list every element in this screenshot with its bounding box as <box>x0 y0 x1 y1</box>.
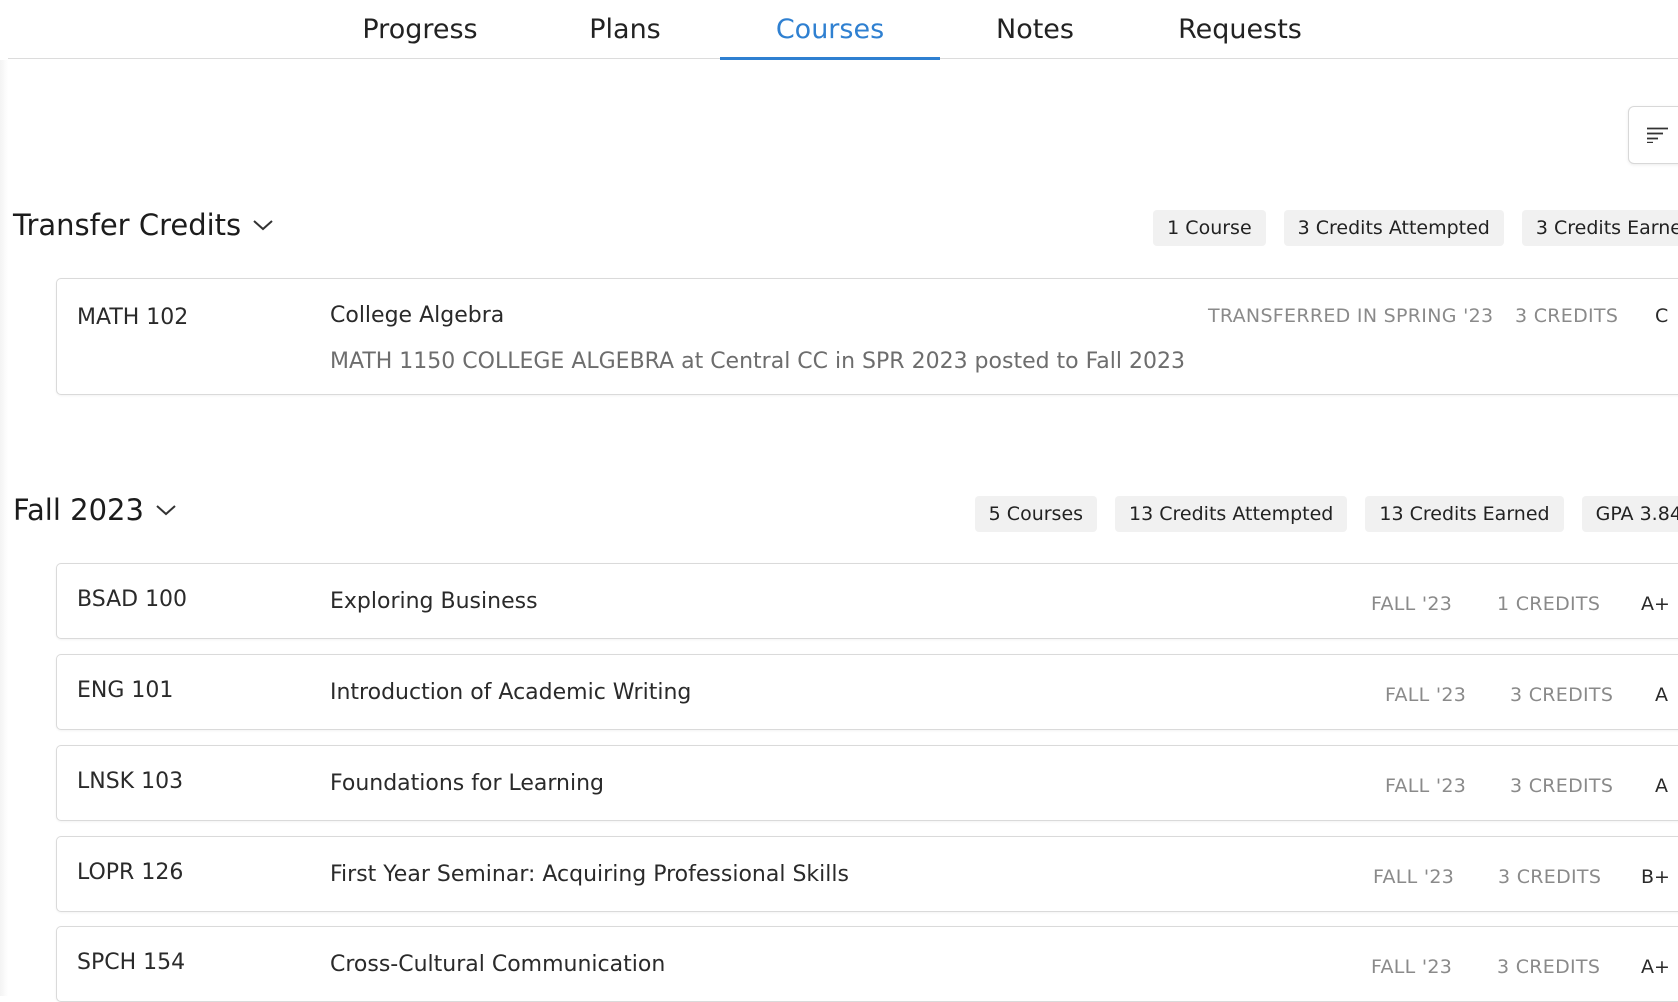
course-grade: A+ <box>1641 956 1670 978</box>
course-code: SPCH 154 <box>77 950 186 975</box>
course-count-badge: 1 Course <box>1153 210 1266 246</box>
course-transfer-description: MATH 1150 COLLEGE ALGEBRA at Central CC … <box>330 349 1185 374</box>
course-code: LOPR 126 <box>77 860 184 885</box>
course-card-lopr-126[interactable]: LOPR 126 First Year Seminar: Acquiring P… <box>56 836 1678 912</box>
tab-progress[interactable]: Progress <box>310 0 530 59</box>
course-card-eng-101[interactable]: ENG 101 Introduction of Academic Writing… <box>56 654 1678 730</box>
course-card-bsad-100[interactable]: BSAD 100 Exploring Business FALL '23 1 C… <box>56 563 1678 639</box>
course-card-lnsk-103[interactable]: LNSK 103 Foundations for Learning FALL '… <box>56 745 1678 821</box>
section-title: Fall 2023 <box>13 493 144 527</box>
credits-earned-badge: 13 Credits Earned <box>1365 496 1564 532</box>
sort-lines-icon <box>1647 127 1668 143</box>
course-code: LNSK 103 <box>77 769 184 794</box>
section-header-fall-2023: Fall 2023 5 Courses 13 Credits Attempted… <box>0 493 1678 537</box>
section-badges: 1 Course 3 Credits Attempted 3 Credits E… <box>1153 210 1678 246</box>
credits-attempted-badge: 13 Credits Attempted <box>1115 496 1348 532</box>
course-credits: 3 CREDITS <box>1510 775 1614 797</box>
course-grade: A <box>1655 775 1668 797</box>
section-header-transfer: Transfer Credits 1 Course 3 Credits Atte… <box>0 208 1678 252</box>
course-term: FALL '23 <box>1371 593 1453 615</box>
course-title: Introduction of Academic Writing <box>330 680 692 705</box>
gpa-badge: GPA 3.845 <box>1581 496 1678 532</box>
course-code: ENG 101 <box>77 678 174 703</box>
course-title: Cross-Cultural Communication <box>330 952 666 977</box>
course-credits: 3 CREDITS <box>1515 305 1619 327</box>
section-toggle-fall-2023[interactable]: Fall 2023 <box>13 493 178 527</box>
section-badges: 5 Courses 13 Credits Attempted 13 Credit… <box>974 496 1678 532</box>
course-title: First Year Seminar: Acquiring Profession… <box>330 862 849 887</box>
course-title: Exploring Business <box>330 589 538 614</box>
section-toggle-transfer[interactable]: Transfer Credits <box>13 208 275 242</box>
course-credits: 1 CREDITS <box>1497 593 1601 615</box>
credits-earned-badge: 3 Credits Earned <box>1521 210 1678 246</box>
tab-bar: Progress Plans Courses Notes Requests <box>8 0 1678 60</box>
section-title: Transfer Credits <box>13 208 242 242</box>
tab-requests[interactable]: Requests <box>1130 0 1350 59</box>
course-term: FALL '23 <box>1385 775 1467 797</box>
course-title: Foundations for Learning <box>330 771 605 796</box>
tab-courses[interactable]: Courses <box>720 0 940 60</box>
course-count-badge: 5 Courses <box>974 496 1098 532</box>
course-grade: A+ <box>1641 593 1670 615</box>
course-grade: B+ <box>1641 866 1670 888</box>
course-credits: 3 CREDITS <box>1498 866 1602 888</box>
credits-attempted-badge: 3 Credits Attempted <box>1283 210 1504 246</box>
chevron-down-icon <box>253 220 273 231</box>
course-credits: 3 CREDITS <box>1510 684 1614 706</box>
course-term: FALL '23 <box>1371 956 1453 978</box>
course-card-spch-154[interactable]: SPCH 154 Cross-Cultural Communication FA… <box>56 926 1678 1002</box>
tab-notes[interactable]: Notes <box>925 0 1145 59</box>
course-code: BSAD 100 <box>77 587 188 612</box>
course-credits: 3 CREDITS <box>1497 956 1601 978</box>
course-term: FALL '23 <box>1373 866 1455 888</box>
course-title: College Algebra <box>330 303 505 328</box>
chevron-down-icon <box>156 505 176 516</box>
course-card-math-102[interactable]: MATH 102 College Algebra MATH 1150 COLLE… <box>56 278 1678 395</box>
course-grade: C <box>1655 305 1669 327</box>
course-term: TRANSFERRED IN SPRING '23 <box>1208 305 1494 327</box>
course-term: FALL '23 <box>1385 684 1467 706</box>
sort-button[interactable] <box>1628 106 1678 164</box>
course-grade: A <box>1655 684 1668 706</box>
course-code: MATH 102 <box>77 305 189 330</box>
tab-plans[interactable]: Plans <box>515 0 735 59</box>
